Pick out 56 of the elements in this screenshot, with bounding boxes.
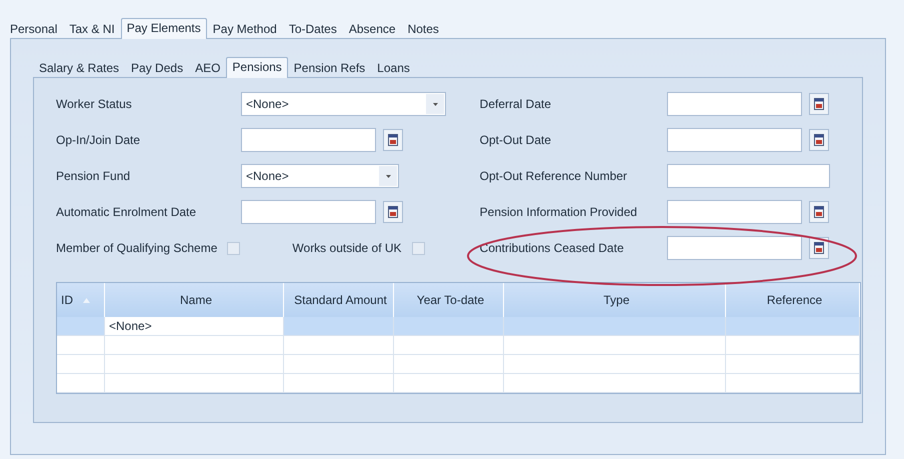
field-label: Deferral Date [480, 97, 552, 111]
caret-icon [432, 102, 438, 106]
date-field[interactable] [666, 92, 802, 116]
field-label: Contributions Ceased Date [480, 241, 625, 255]
caret-icon [386, 174, 390, 178]
date-picker-button[interactable] [808, 93, 829, 115]
tab[interactable]: Pensions [226, 57, 288, 78]
date-picker-button[interactable] [808, 129, 829, 151]
tab[interactable]: Salary & Rates [33, 58, 126, 77]
tab[interactable]: Personal [4, 19, 64, 38]
tab[interactable]: AEO [189, 58, 226, 77]
column-header[interactable]: Standard Amount [284, 283, 394, 317]
tab[interactable]: Absence [342, 19, 402, 38]
table-cell[interactable]: <None> [105, 317, 284, 336]
tab[interactable]: To-Dates [282, 19, 343, 38]
calendar-icon [814, 206, 824, 218]
date-field[interactable] [241, 128, 376, 152]
calendar-icon [814, 134, 824, 146]
tab[interactable]: Pay Method [206, 19, 283, 38]
tab[interactable]: Loans [371, 58, 416, 77]
calendar-icon [388, 206, 398, 218]
checkbox-label: Works outside of UK [292, 241, 402, 255]
date-field[interactable] [241, 200, 376, 224]
field-label: Opt-Out Reference Number [480, 169, 628, 183]
checkbox[interactable] [227, 242, 240, 254]
field-label: Pension Fund [56, 169, 132, 183]
calendar-icon [388, 134, 398, 146]
field-label: Opt-Out Date [480, 133, 552, 147]
checkbox[interactable] [412, 242, 425, 254]
tab[interactable]: Pay Elements [120, 18, 207, 39]
tab[interactable]: Pay Deds [125, 58, 190, 77]
column-header[interactable]: Reference [726, 283, 860, 317]
column-header[interactable]: ID [57, 283, 105, 317]
tab[interactable]: Pension Refs [288, 58, 372, 77]
tab[interactable]: Notes [402, 19, 445, 38]
checkbox-label: Member of Qualifying Scheme [56, 241, 218, 255]
date-field[interactable] [666, 236, 802, 260]
calendar-icon [814, 242, 824, 254]
date-picker-button[interactable] [808, 237, 829, 259]
dropdown[interactable]: <None> [241, 164, 399, 188]
field-label: Worker Status [56, 97, 133, 111]
date-picker-button[interactable] [808, 201, 829, 223]
calendar-icon [814, 98, 824, 110]
dropdown[interactable]: <None> [241, 92, 446, 116]
date-picker-button[interactable] [383, 129, 403, 151]
column-header[interactable]: Name [105, 283, 284, 317]
tab[interactable]: Tax & NI [63, 19, 121, 38]
text-field[interactable] [666, 164, 830, 188]
date-picker-button[interactable] [383, 201, 403, 223]
date-field[interactable] [666, 200, 802, 224]
field-label: Pension Information Provided [480, 205, 638, 219]
column-header[interactable]: Type [504, 283, 726, 317]
column-header[interactable]: Year To-date [394, 283, 504, 317]
field-label: Automatic Enrolment Date [56, 205, 198, 219]
date-field[interactable] [666, 128, 802, 152]
field-label: Op-In/Join Date [56, 133, 142, 147]
